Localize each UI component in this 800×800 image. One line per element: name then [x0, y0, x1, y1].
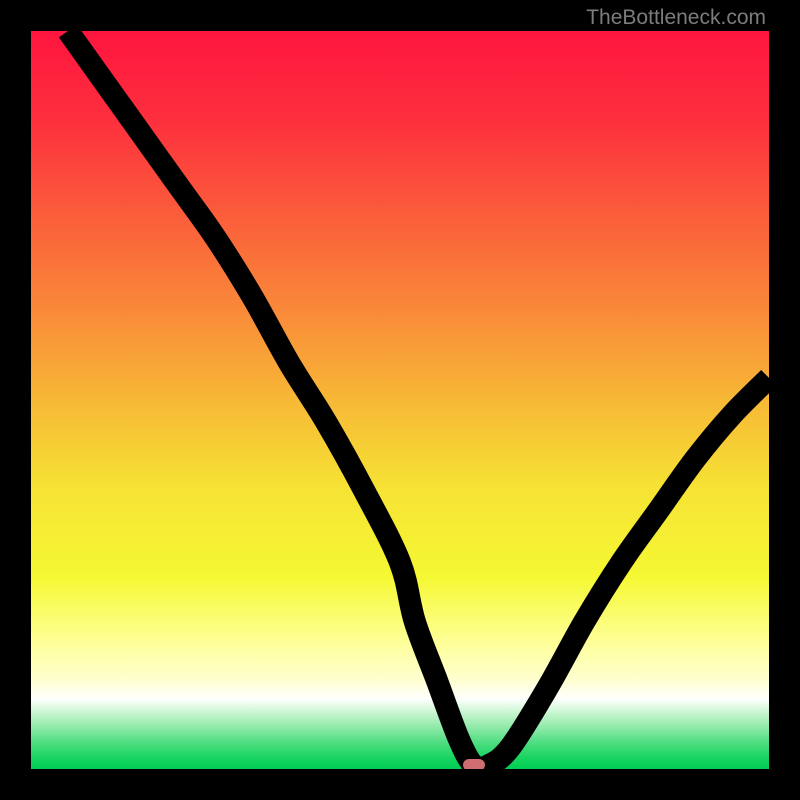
watermark-text: TheBottleneck.com: [586, 6, 766, 30]
gradient-background: [31, 31, 769, 769]
chart-container: TheBottleneck.com: [0, 0, 800, 800]
plot-area: [31, 31, 769, 769]
optimal-marker: [463, 759, 485, 769]
